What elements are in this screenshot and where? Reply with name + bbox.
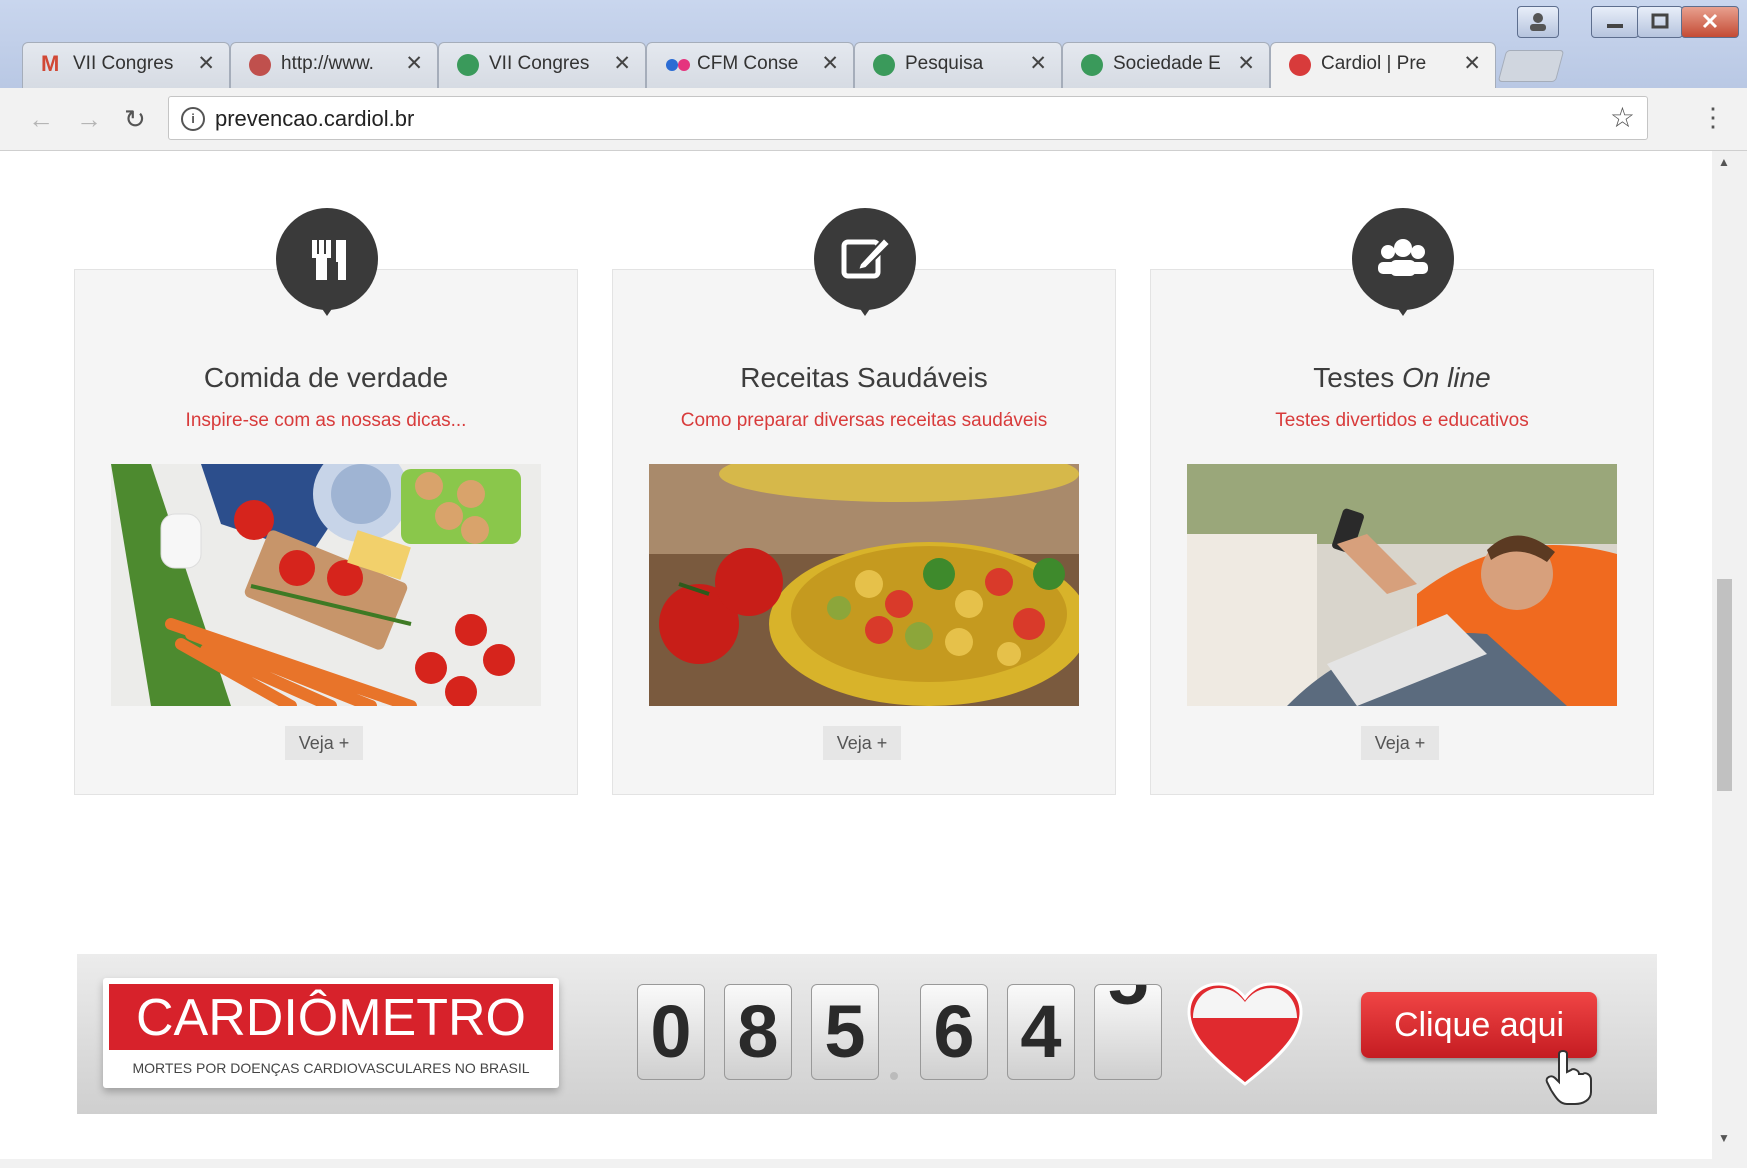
tab-sociedade[interactable]: Sociedade E ✕: [1062, 42, 1270, 88]
scrollbar-thumb[interactable]: [1717, 579, 1732, 791]
pointer-hand-icon: [1545, 1050, 1592, 1105]
tab-title: http://www.: [281, 53, 374, 74]
veja-button[interactable]: Veja +: [285, 726, 363, 760]
forward-icon[interactable]: →: [76, 104, 102, 135]
counter-digit: 0: [637, 984, 705, 1080]
edit-icon: [814, 208, 916, 316]
card-title: Comida de verdade: [203, 362, 449, 393]
tab-vii-congres[interactable]: VII Congres ✕: [438, 42, 646, 88]
tab-strip: M VII Congres ✕ http://www. ✕ VII Congre…: [0, 0, 1747, 89]
thousands-separator: [890, 1072, 898, 1080]
address-bar[interactable]: i prevencao.cardiol.br ☆: [168, 96, 1648, 140]
tab-title: Pesquisa: [905, 53, 984, 74]
card-subtitle: Inspire-se com as nossas dicas...: [185, 410, 467, 431]
tab-cardiol[interactable]: Cardiol | Pre ✕: [1270, 42, 1496, 89]
close-tab-icon[interactable]: ✕: [197, 51, 215, 76]
tab-title: Sociedade E: [1113, 53, 1221, 74]
tab-title: CFM Conse: [697, 53, 799, 74]
cardiol-icon: [1289, 54, 1311, 76]
veja-button[interactable]: Veja +: [823, 726, 901, 760]
users-icon: [1352, 208, 1454, 316]
info-icon[interactable]: i: [181, 107, 205, 131]
veja-button[interactable]: Veja +: [1361, 726, 1439, 760]
close-tab-icon[interactable]: ✕: [613, 51, 631, 76]
shield-icon: [457, 54, 479, 76]
card-receitas: Receitas Saudáveis Como preparar diversa…: [612, 208, 1116, 795]
utensils-icon: [276, 208, 378, 316]
maximize-icon[interactable]: [1637, 6, 1683, 38]
card-comida: Comida de verdade Inspire-se com as noss…: [74, 208, 578, 795]
bookmark-star-icon[interactable]: ☆: [1610, 101, 1635, 134]
new-tab-button[interactable]: [1497, 50, 1565, 82]
vertical-scrollbar[interactable]: ▲ ▼: [1712, 151, 1736, 1159]
counter-digit: 5: [811, 984, 879, 1080]
profile-icon[interactable]: [1517, 6, 1559, 38]
tab-cfm[interactable]: CFM Conse ✕: [646, 42, 854, 88]
scroll-up-icon[interactable]: ▲: [1718, 155, 1730, 169]
close-tab-icon[interactable]: ✕: [405, 51, 423, 76]
close-tab-icon[interactable]: ✕: [821, 51, 839, 76]
menu-icon[interactable]: ⋮: [1700, 102, 1726, 133]
cardiometro-title: CARDIÔMETRO: [109, 984, 553, 1050]
clique-aqui-button[interactable]: Clique aqui: [1361, 992, 1597, 1058]
tab-pesquisa[interactable]: Pesquisa ✕: [854, 42, 1062, 88]
browser-window: M VII Congres ✕ http://www. ✕ VII Congre…: [0, 0, 1747, 1168]
cardiometro-banner: CARDIÔMETRO MORTES POR DOENÇAS CARDIOVAS…: [77, 954, 1657, 1114]
counter-digit: 6: [920, 984, 988, 1080]
vegetables-image[interactable]: [111, 446, 541, 712]
reload-icon[interactable]: ↻: [124, 104, 146, 135]
card-testes: Testes On line Testes divertidos e educa…: [1150, 208, 1654, 795]
rolling-digit: 5: [1095, 985, 1161, 1016]
man-with-phone-image[interactable]: [1187, 464, 1617, 706]
url-text[interactable]: prevencao.cardiol.br: [215, 106, 414, 132]
close-tab-icon[interactable]: ✕: [1463, 51, 1481, 76]
tab-title: VII Congres: [489, 53, 590, 74]
card-subtitle: Como preparar diversas receitas saudávei…: [680, 410, 1048, 431]
heart-icon: [1187, 982, 1303, 1086]
browser-toolbar: ← → ↻ i prevencao.cardiol.br ☆ ⋮: [0, 88, 1747, 151]
back-icon[interactable]: ←: [28, 104, 54, 135]
flickr-icon: [665, 54, 690, 76]
cardiometro-logo: CARDIÔMETRO MORTES POR DOENÇAS CARDIOVAS…: [103, 978, 559, 1088]
shield-icon: [873, 54, 895, 76]
card-subtitle: Testes divertidos e educativos: [1275, 410, 1529, 431]
minimize-icon[interactable]: [1591, 6, 1639, 38]
tab-http[interactable]: http://www. ✕: [230, 42, 438, 88]
close-tab-icon[interactable]: ✕: [1029, 51, 1047, 76]
pasta-salad-image[interactable]: [649, 446, 1089, 706]
tab-title: VII Congres: [73, 53, 174, 74]
card-title: Receitas Saudáveis: [740, 362, 988, 393]
gmail-icon: M: [41, 51, 60, 76]
tab-gmail[interactable]: M VII Congres ✕: [22, 42, 230, 88]
tab-title: Cardiol | Pre: [1321, 53, 1427, 74]
cardiometro-caption: MORTES POR DOENÇAS CARDIOVASCULARES NO B…: [132, 1060, 530, 1076]
page-content: Comida de verdade Inspire-se com as noss…: [0, 151, 1712, 1159]
shield-icon: [1081, 54, 1103, 76]
counter-digit: 4: [1007, 984, 1075, 1080]
card-title: Testes On line: [1313, 362, 1491, 393]
face-icon: [249, 54, 271, 76]
close-window-icon[interactable]: [1681, 6, 1739, 38]
close-tab-icon[interactable]: ✕: [1237, 51, 1255, 76]
counter-digit-rolling: 5: [1094, 984, 1162, 1080]
counter-digit: 8: [724, 984, 792, 1080]
scroll-down-icon[interactable]: ▼: [1718, 1131, 1730, 1145]
